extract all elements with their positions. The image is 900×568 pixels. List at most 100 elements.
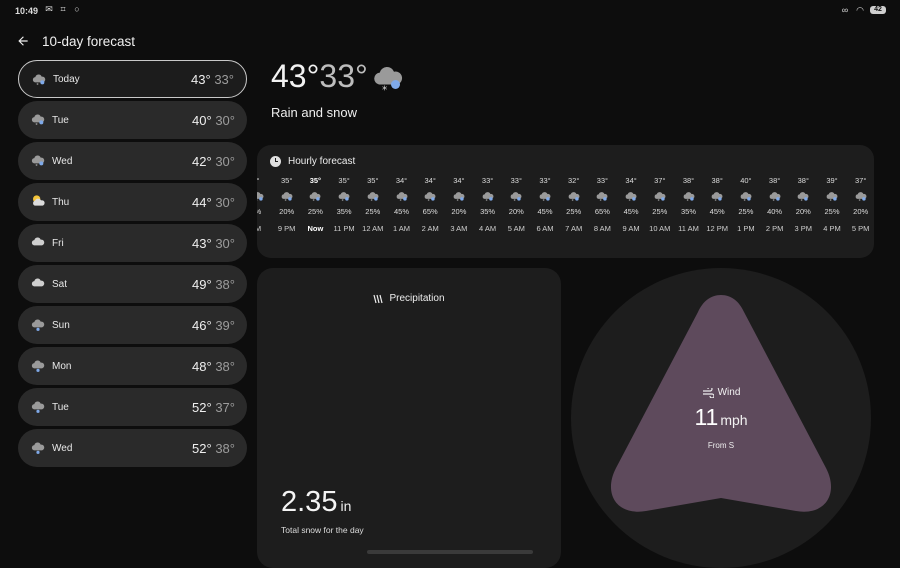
day-low: 33° [214,71,234,87]
status-right-icons: ∞ ◠ 42 [840,5,886,15]
hourly-time: 6 AM [536,224,554,233]
hourly-temp: ° [257,176,260,185]
hourly-time: 2 PM [765,224,784,233]
rain-snow-icon: * [567,189,581,203]
daily-forecast-list: * Today 43° 33° * Tue 40° 30° * Wed 42° … [18,60,247,470]
hourly-item: 32° * 25% 7 AM [559,176,589,236]
svg-text:*: * [801,198,803,203]
wind-card[interactable]: Wind 11 mph From S [571,268,871,568]
hourly-item: 33° * 20% 5 AM [501,176,531,236]
hourly-time: 10 AM [649,224,671,233]
day-item[interactable]: Tue 52° 37° [18,388,247,426]
day-item[interactable]: * Today 43° 33° [18,60,247,98]
hourly-item: 34° * 20% 3 AM [444,176,474,236]
hourly-temp: 38° [682,176,695,185]
hourly-time: 11 PM [333,224,355,233]
hourly-temp: 38° [768,176,781,185]
hourly-item: 39° * 25% 4 PM [817,176,847,236]
hourly-precip: 25% [307,207,323,216]
svg-text:*: * [36,82,39,87]
hourly-temp: 33° [596,176,609,185]
rain-snow-icon: * [30,152,46,169]
hourly-precip: 20% [853,207,869,216]
rain-snow-icon: * [257,189,265,203]
rain-snow-icon: * [337,189,351,203]
svg-text:*: * [485,198,487,203]
hourly-item: 35° * 35% 11 PM [329,176,359,236]
rain-snow-icon: * [30,111,46,128]
hourly-time: 1 AM [392,224,411,233]
day-low: 30° [215,235,235,251]
hourly-precip: 65% [422,207,438,216]
hourly-temp: 32° [568,176,580,185]
day-item[interactable]: Thu 44° 30° [18,183,247,221]
rain-snow-icon: * [796,189,810,203]
hourly-time: 5 AM [507,224,525,233]
circle-icon: ○ [74,4,80,14]
hourly-time: 9 PM [277,224,296,233]
hourly-item: 38° * 20% 3 PM [788,176,818,236]
rain-snow-icon: * [768,189,782,203]
rain-snow-icon: * [481,189,495,203]
day-name: Tue [52,114,69,126]
cloudy-icon [30,234,46,250]
hourly-item: 34° * 65% 2 AM [415,176,445,236]
day-high: 43° [191,71,211,87]
status-left-icons: ✉ ⌗ ○ [44,4,82,14]
rain-snow-icon: * [710,189,724,203]
precipitation-icon [373,294,384,303]
battery-icon: 42 [870,6,886,14]
day-item[interactable]: Wed 52° 38° [18,429,247,467]
svg-text:*: * [35,122,38,127]
hourly-temp: 34° [395,176,408,185]
hourly-precip: % [257,207,273,219]
hourly-precip: 25% [824,207,840,216]
day-name: Sat [52,278,68,290]
hourly-forecast-card[interactable]: Hourly forecast ° *% M 35° * 20% 9 PM 35° * 25% No… [257,145,874,258]
day-name: Thu [52,196,70,208]
day-item[interactable]: Fri 43° 30° [18,224,247,262]
svg-text:*: * [35,163,38,168]
hourly-item: 34° * 45% 9 AM [616,176,646,236]
hourly-time: 2 AM [421,224,439,233]
rain-snow-icon: * [31,71,47,88]
cloudy-icon [30,275,46,291]
hourly-item: 35° * 25% Now [300,176,330,236]
screenshot-icon: ⌗ [60,4,66,14]
hourly-temp: 40° [740,176,752,185]
rain-snow-icon: * [682,189,696,203]
day-name: Today [53,73,80,85]
day-item[interactable]: Sat 49° 38° [18,265,247,303]
hourly-temp: 39° [826,176,838,185]
hourly-temp: 35° [367,176,379,185]
day-item[interactable]: * Wed 42° 30° [18,142,247,180]
svg-text:*: * [342,198,344,203]
status-time: 10:49 [15,6,39,16]
day-item[interactable]: Sun 46° 39° [18,306,247,344]
day-high: 42° [192,153,212,169]
hourly-precip: 20% [451,207,467,216]
day-name: Fri [52,237,64,249]
back-button[interactable] [14,32,32,50]
day-item[interactable]: Mon 48° 38° [18,347,247,385]
hourly-item: 35° * 20% 9 PM [272,176,302,236]
hourly-temp: 33° [510,176,522,185]
wind-unit: mph [720,412,748,428]
hourly-time: 8 AM [593,224,611,233]
hourly-precip: 65% [594,207,610,216]
hourly-time: 11 AM [678,224,699,233]
hourly-time: 7 AM [565,224,583,233]
hourly-time: 3 AM [450,224,468,233]
current-conditions: 43° 33° * Rain and snow [271,58,406,120]
day-item[interactable]: * Tue 40° 30° [18,101,247,139]
hourly-precip: 25% [365,207,381,216]
hourly-item: ° *% M [257,176,273,236]
precipitation-unit: in [340,498,352,514]
rain-snow-icon: * [624,189,638,203]
day-low: 30° [215,112,235,128]
hourly-item: 34° * 45% 1 AM [387,176,417,236]
hourly-precip: 25% [652,207,668,216]
precipitation-card[interactable]: Precipitation 2.35 in Total snow for the … [257,268,561,568]
hourly-temp: 35° [309,176,322,185]
rain-snow-icon: * [538,189,552,203]
